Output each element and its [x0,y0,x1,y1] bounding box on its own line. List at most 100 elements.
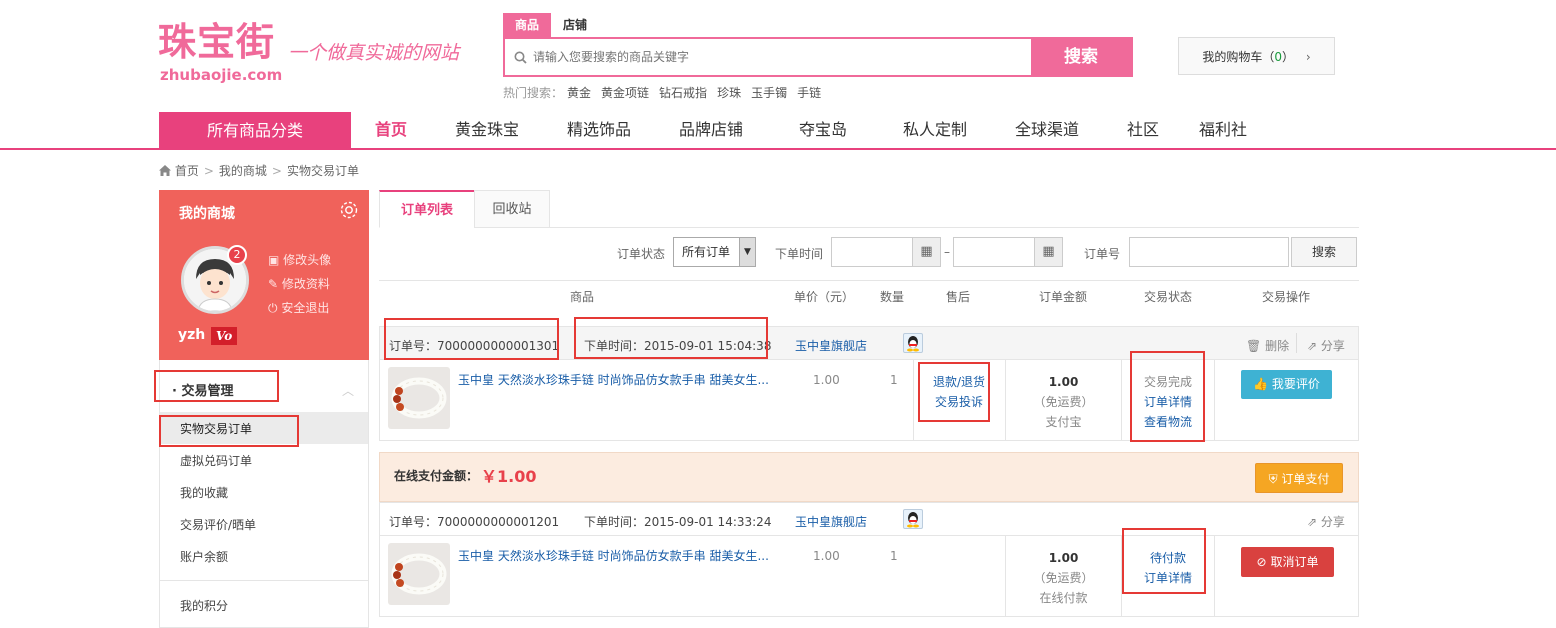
nav-item[interactable]: 黄金珠宝 [431,112,543,148]
share-button[interactable]: ⇗ 分享 [1307,513,1345,530]
hot-term[interactable]: 黄金 [567,86,591,100]
hot-term[interactable]: 黄金项链 [601,86,649,100]
notification-badge: 2 [227,245,247,265]
date-dash: – [944,245,950,259]
nav-item[interactable]: 社区 [1103,112,1183,148]
highlight-box [574,317,768,359]
all-categories-button[interactable]: 所有商品分类 [159,112,351,150]
order-tabs: 订单列表 回收站 [379,190,1359,228]
highlight-box [918,362,990,422]
home-icon [159,164,171,178]
filter-search-button[interactable]: 搜索 [1291,237,1357,267]
gear-icon[interactable] [339,200,359,223]
sidebar-profile: 我的商城 2 ▣ 修改头像 ✎ 修改资料 ⏻ 安全退出 yzh Vo [159,190,369,360]
quantity: 1 [890,373,898,387]
hot-label: 热门搜索： [503,86,564,100]
breadcrumb: 首页 > 我的商城 > 实物交易订单 [159,162,359,179]
start-date-input[interactable]: ▦ [831,237,941,267]
profile-links: ▣ 修改头像 ✎ 修改资料 ⏻ 安全退出 [268,248,331,320]
camera-icon: ▣ [268,253,284,267]
time-label: 下单时间 [775,247,824,261]
payment-bar: 在线支付金额： ￥1.00 ⛨ 订单支付 [379,452,1359,502]
chevron-up-icon[interactable]: ︿ [342,382,354,399]
tab-recycle-bin[interactable]: 回收站 [474,190,550,228]
menu-item-points[interactable]: 我的积分 [180,597,228,614]
status-label: 订单状态 [617,247,666,261]
search-input[interactable] [533,39,1023,75]
status-select[interactable]: 所有订单 ▼ [673,237,756,267]
menu-item-balance[interactable]: 账户余额 [180,548,228,565]
nav-item[interactable]: 精选饰品 [543,112,655,148]
hot-term[interactable]: 钻石戒指 [659,86,707,100]
thumbs-up-icon: 👍 [1253,377,1269,391]
logo-slogan: 一个做真实诚的网站 [288,42,460,64]
shield-icon: ⛨ [1268,472,1278,486]
product-image[interactable] [388,367,450,429]
hot-term[interactable]: 玉手镯 [751,86,787,100]
shop-link[interactable]: 玉中皇旗舰店 [795,515,867,529]
trash-icon: 🗑 [1246,339,1262,353]
order-no-label: 订单号 [1084,247,1121,261]
share-icon: ⇗ [1307,515,1318,529]
search-box: 搜索 [503,37,1133,77]
col-qty: 数量 [880,290,905,304]
menu-item-favorites[interactable]: 我的收藏 [180,484,228,501]
divider [1296,333,1297,353]
edit-avatar-link[interactable]: ▣ 修改头像 [268,248,331,272]
search-icon [514,51,527,67]
menu-divider [160,580,368,581]
order-no-input[interactable] [1129,237,1289,267]
logo-en: zhubaojie.com [160,66,283,84]
breadcrumb-mall[interactable]: 我的商城 [219,164,267,178]
calendar-icon[interactable]: ▦ [912,238,940,266]
pay-amount: ￥1.00 [481,467,537,486]
site-logo[interactable]: 珠宝街 zhubaojie.com 一个做真实诚的网站 [158,20,488,90]
hot-term[interactable]: 珍珠 [717,86,741,100]
product-image[interactable] [388,543,450,605]
table-header: 商品 单价（元） 数量 售后 订单金额 交易状态 交易操作 [379,280,1359,312]
share-button[interactable]: ⇗ 分享 [1307,337,1345,354]
product-name[interactable]: 玉中皇 天然淡水珍珠手链 时尚饰品仿女款手串 甜美女生... [458,371,778,388]
divider [1214,359,1215,440]
unit-price: 1.00 [813,549,840,563]
menu-item-reviews[interactable]: 交易评价/晒单 [180,516,256,533]
pay-order-button[interactable]: ⛨ 订单支付 [1255,463,1343,493]
review-button[interactable]: 👍 我要评价 [1241,370,1332,399]
divider [1214,535,1215,616]
hot-term[interactable]: 手链 [797,86,821,100]
tab-order-list[interactable]: 订单列表 [379,190,475,228]
cart-count: 0 [1274,50,1282,64]
search-tab-goods[interactable]: 商品 [503,13,552,37]
qq-chat-icon[interactable] [903,509,923,529]
cancel-icon: ⊘ [1256,555,1267,569]
end-date-input[interactable]: ▦ [953,237,1063,267]
nav-item[interactable]: 福利社 [1183,112,1263,148]
cancel-order-button[interactable]: ⊘ 取消订单 [1241,547,1334,577]
cart-close: ） [1282,50,1295,64]
nav-divider [0,148,1556,150]
unit-price: 1.00 [813,373,840,387]
pay-label: 在线支付金额： [394,469,479,483]
shop-link[interactable]: 玉中皇旗舰店 [795,339,867,353]
search-tab-shop[interactable]: 店铺 [551,13,599,37]
qq-chat-icon[interactable] [903,333,923,353]
order-header: 订单号：7000000000001201 下单时间：2015-09-01 14:… [379,502,1359,536]
search-button[interactable]: 搜索 [1031,39,1131,75]
nav-home[interactable]: 首页 [351,112,431,148]
menu-item-virtual-orders[interactable]: 虚拟兑码订单 [180,452,252,469]
delete-button[interactable]: 🗑 删除 [1246,337,1289,354]
nav-item[interactable]: 品牌店铺 [655,112,767,148]
nav-item[interactable]: 私人定制 [879,112,991,148]
nav-item[interactable]: 夺宝岛 [767,112,879,148]
logout-link[interactable]: ⏻ 安全退出 [268,296,331,320]
edit-profile-link[interactable]: ✎ 修改资料 [268,272,331,296]
chevron-right-icon: › [1305,50,1311,64]
product-name[interactable]: 玉中皇 天然淡水珍珠手链 时尚饰品仿女款手串 甜美女生... [458,547,778,564]
calendar-icon[interactable]: ▦ [1034,238,1062,266]
breadcrumb-home[interactable]: 首页 [175,164,199,178]
order-amount: 1.00 [1048,551,1079,565]
cart-button[interactable]: 我的购物车（0） › [1178,37,1335,75]
highlight-box [159,415,299,447]
username: yzh [178,327,206,343]
nav-item[interactable]: 全球渠道 [991,112,1103,148]
